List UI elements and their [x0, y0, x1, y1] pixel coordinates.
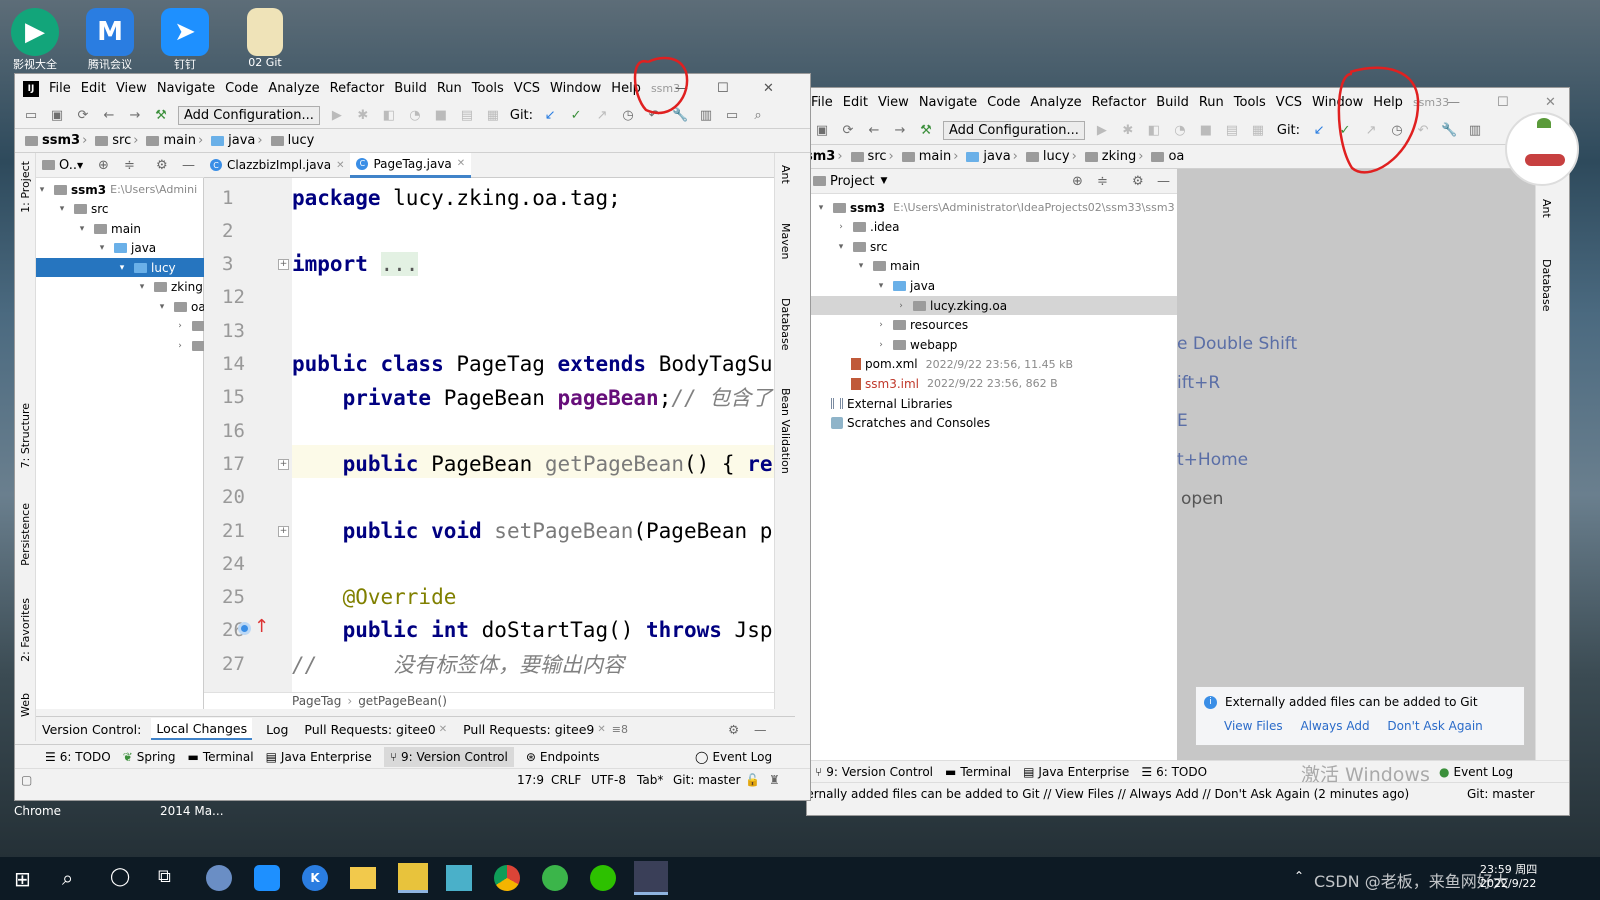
taskbar: ⊞ ⌕ ◯ ⧉ K ⌃ CSDN @老板，来鱼网好大 23:59 周四 2022… [0, 857, 1600, 900]
taskbar-explorer-icon[interactable] [350, 867, 376, 889]
task-view-icon[interactable]: ⧉ [158, 866, 171, 887]
taskbar-chrome-icon[interactable] [494, 865, 520, 891]
taskbar-app-notes-icon[interactable] [446, 865, 472, 891]
taskbar-wechat-icon[interactable] [590, 865, 616, 891]
taskbar-intellij-icon[interactable] [634, 861, 668, 895]
cortana-icon[interactable]: ◯ [110, 866, 130, 887]
taskbar-app-1-icon[interactable] [206, 865, 232, 891]
mascot-avatar [1505, 112, 1579, 186]
clock-time[interactable]: 23:59 周四 [1480, 861, 1537, 877]
search-icon[interactable]: ⌕ [62, 866, 73, 890]
red-annotation-circles [633, 56, 1420, 174]
taskbar-app-green-icon[interactable] [542, 865, 568, 891]
clock-date[interactable]: 2022/9/22 [1480, 877, 1536, 890]
taskbar-app-yellow-icon[interactable] [398, 863, 428, 893]
windows-start-icon[interactable]: ⊞ [14, 867, 31, 891]
tray-chevron-up-icon[interactable]: ⌃ [1294, 869, 1304, 883]
taskbar-dingtalk-icon[interactable] [254, 865, 280, 891]
taskbar-app-k-icon[interactable]: K [302, 865, 328, 891]
